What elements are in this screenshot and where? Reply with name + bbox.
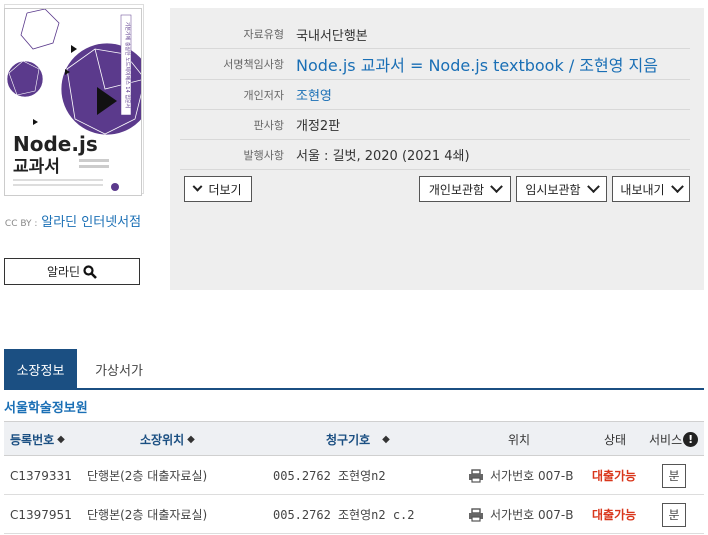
detail-value: 서울 : 길벗, 2020 (2021 4쇄): [296, 149, 470, 164]
header-status: 상태: [604, 433, 627, 447]
printer-icon: [469, 468, 483, 483]
chevron-down-icon: [192, 181, 203, 192]
tab-holdings[interactable]: 소장정보: [4, 349, 77, 390]
shelf-number: 서가번호 007-B: [490, 469, 574, 483]
header-label: 소장위치: [140, 433, 185, 447]
detail-row-material-type: 자료유형 국내서단행본: [180, 20, 690, 49]
service-button[interactable]: 분: [662, 502, 686, 527]
detail-label: 개인저자: [243, 88, 284, 102]
shelf-number: 서가번호 007-B: [490, 508, 574, 522]
detail-label: 서명책임사항: [223, 58, 284, 71]
aladin-button-label: 알라딘: [46, 265, 81, 279]
table-row: C1397951 단행본(2층 대출자료실) 005.2762 조현영n2 c.…: [4, 495, 704, 534]
polygon-sphere-small: [6, 60, 44, 98]
sort-icon: ◆: [57, 434, 65, 445]
sort-icon: ◆: [187, 434, 195, 445]
detail-row-title: 서명책임사항 Node.js 교과서 = Node.js textbook / …: [180, 49, 690, 80]
status-badge: 대출가능: [592, 508, 637, 522]
detail-row-publication: 발행사항 서울 : 길벗, 2020 (2021 4쇄): [180, 140, 690, 170]
call-no-cell: 005.2762 조현영n2: [273, 469, 386, 483]
service-cell: 분: [662, 495, 686, 534]
provider-link[interactable]: 알라딘 인터넷서점: [41, 215, 141, 230]
bibliographic-info-panel: 자료유형 국내서단행본 서명책임사항 Node.js 교과서 = Node.js…: [170, 8, 704, 290]
export-label: 내보내기: [620, 182, 665, 197]
detail-row-edition: 판사항 개정2판: [180, 110, 690, 140]
chevron-down-icon: [670, 179, 684, 193]
service-cell: 분: [662, 456, 686, 495]
more-button-label: 더보기: [208, 182, 242, 197]
sort-icon: ◆: [382, 434, 390, 445]
position-cell[interactable]: 서가번호 007-B: [468, 456, 573, 495]
aladin-button[interactable]: 알라딘: [4, 258, 140, 285]
cover-source-credit: CC BY : 알라딘 인터넷서점: [4, 212, 142, 234]
header-position: 위치: [508, 433, 531, 447]
cover-title-line2: 교과서: [13, 157, 60, 177]
service-button[interactable]: 분: [662, 463, 686, 488]
chevron-down-icon: [586, 179, 600, 193]
table-header: 등록번호 ◆ 소장위치 ◆ 청구기호 ◆ 위치 상태 서비스!: [4, 421, 704, 456]
header-call-no[interactable]: 청구기호 ◆: [326, 422, 390, 457]
book-title-link[interactable]: Node.js 교과서 = Node.js textbook / 조현영 지음: [296, 52, 658, 76]
call-no-cell: 005.2762 조현영n2 c.2: [273, 508, 415, 522]
cover-spine-text: 기본기에 충실한 노드제이에스 14 입문서: [124, 22, 131, 108]
temp-shelf-button[interactable]: 임시보관함: [516, 176, 607, 202]
book-cover-image[interactable]: 기본기에 충실한 노드제이에스 14 입문서 Node.js 교과서: [4, 8, 142, 196]
header-label: 등록번호: [10, 433, 55, 447]
header-reg-no[interactable]: 등록번호 ◆: [10, 422, 65, 457]
temp-shelf-label: 임시보관함: [525, 182, 581, 197]
header-service: 서비스!: [649, 422, 699, 457]
holdings-tabs: 소장정보 가상서가: [4, 349, 704, 390]
position-cell[interactable]: 서가번호 007-B: [468, 495, 573, 534]
more-button[interactable]: 더보기: [184, 176, 252, 202]
reg-no-cell: C1397951: [10, 507, 72, 522]
location-cell: 단행본(2층 대출자료실): [87, 508, 208, 522]
detail-label: 판사항: [253, 118, 284, 132]
library-name: 서울학술정보원: [4, 401, 88, 416]
info-icon[interactable]: !: [683, 432, 699, 447]
reg-no-cell: C1379331: [10, 468, 72, 483]
table-row: C1379331 단행본(2층 대출자료실) 005.2762 조현영n2 서가…: [4, 456, 704, 495]
header-label: 서비스: [649, 433, 683, 447]
tab-virtual-shelf[interactable]: 가상서가: [77, 349, 161, 390]
search-icon: [83, 264, 97, 279]
location-cell: 단행본(2층 대출자료실): [87, 469, 208, 483]
personal-shelf-button[interactable]: 개인보관함: [419, 176, 511, 202]
chevron-down-icon: [490, 179, 503, 193]
cc-license-label: CC BY :: [4, 219, 38, 229]
detail-value: 개정2판: [296, 119, 341, 134]
personal-shelf-label: 개인보관함: [428, 182, 485, 197]
header-location[interactable]: 소장위치 ◆: [140, 422, 195, 457]
export-button[interactable]: 내보내기: [612, 176, 690, 202]
detail-value: 국내서단행본: [296, 28, 368, 44]
printer-icon: [469, 507, 483, 522]
cover-title-line1: Node.js: [13, 132, 98, 156]
header-label: 청구기호: [326, 433, 371, 447]
author-link[interactable]: 조현영: [296, 85, 332, 104]
detail-label: 발행사항: [243, 148, 284, 162]
status-badge: 대출가능: [592, 469, 637, 483]
holdings-table: 등록번호 ◆ 소장위치 ◆ 청구기호 ◆ 위치 상태 서비스! C1379331 단행…: [4, 421, 704, 534]
detail-label: 자료유형: [243, 28, 284, 41]
detail-row-author: 개인저자 조현영: [180, 80, 690, 110]
cover-art: 기본기에 충실한 노드제이에스 14 입문서 Node.js 교과서: [5, 9, 141, 195]
